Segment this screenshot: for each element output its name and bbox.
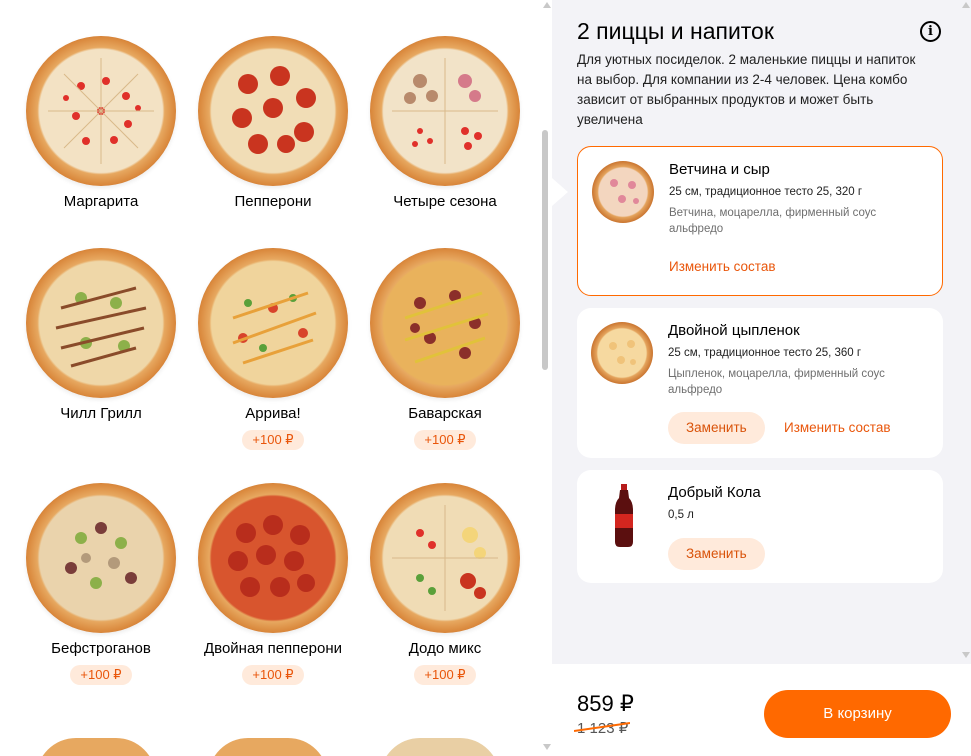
pizza-image [198,483,348,633]
pizza-name: Маргарита [63,193,139,210]
scrollbar-thumb[interactable] [542,130,548,370]
replace-button[interactable]: Заменить [668,412,765,444]
combo-footer: 859 ₽ 1 123 ₽ В корзину [552,664,971,756]
combo-slot-1[interactable]: Ветчина и сыр 25 см, традиционное тесто … [577,146,943,296]
pizza-image [26,36,176,186]
pizza-name: Бефстроганов [51,640,151,657]
slot-subtitle: 25 см, традиционное тесто 25, 360 г [668,347,862,359]
pizza-image-partial [380,738,500,756]
pizza-name: Аррива! [245,405,301,422]
pizza-image [370,36,520,186]
pizza-image [26,248,176,398]
surcharge-badge: +100 ₽ [414,430,476,450]
pizza-image [198,36,348,186]
pizza-card-four-seasons[interactable]: Четыре сезона [365,36,525,212]
slot-title: Добрый Кола [668,484,761,501]
scroll-up-arrow[interactable] [543,2,551,8]
slot-pizza-image [592,161,654,223]
slot-pizza-image [591,322,653,384]
info-icon[interactable]: i [920,21,941,42]
pizza-card-dodo-mix[interactable]: Додо микс +100 ₽ [365,483,525,685]
pizza-name: Чилл Грилл [60,405,142,422]
pizza-image [198,248,348,398]
pizza-card-arriva[interactable]: Аррива! +100 ₽ [193,248,353,450]
slot-subtitle: 25 см, традиционное тесто 25, 320 г [669,186,863,198]
strikethrough-line [574,722,630,732]
slot-ingredients: Ветчина, моцарелла, фирменный соус альфр… [669,207,877,235]
pizza-card-beef-stroganoff[interactable]: Бефстроганов +100 ₽ [21,483,181,685]
slot-title: Ветчина и сыр [669,161,770,178]
pizza-card-double-pepperoni[interactable]: Двойная пепперони +100 ₽ [193,483,353,685]
scroll-down-arrow[interactable] [962,652,970,658]
pizza-card-pepperoni[interactable]: Пепперони [193,36,353,212]
pizza-name: Двойная пепперони [204,640,342,657]
surcharge-badge: +100 ₽ [242,430,304,450]
combo-slot-3[interactable]: Добрый Кола 0,5 л Заменить [577,470,943,583]
pizza-name: Пепперони [234,193,312,210]
selection-pointer [552,178,568,206]
surcharge-badge: +100 ₽ [70,665,132,685]
pizza-image [370,248,520,398]
pizza-name: Четыре сезона [393,193,497,210]
pizza-image [370,483,520,633]
pizza-name: Баварская [408,405,482,422]
combo-slot-2[interactable]: Двойной цыпленок 25 см, традиционное тес… [577,308,943,458]
surcharge-badge: +100 ₽ [242,665,304,685]
scroll-up-arrow[interactable] [962,2,970,8]
add-to-cart-button[interactable]: В корзину [764,690,951,738]
edit-ingredients-button[interactable]: Изменить состав [669,259,776,274]
scroll-down-arrow[interactable] [543,744,551,750]
combo-description: Для уютных посиделок. 2 маленькие пиццы … [577,52,916,127]
slot-title: Двойной цыпленок [668,322,800,339]
combo-title: 2 пиццы и напиток [577,18,774,44]
edit-ingredients-button[interactable]: Изменить состав [784,420,891,435]
slot-subtitle: 0,5 л [668,509,694,521]
pizza-grid: Маргарита Пепперони Четыре сезона Чилл Г… [0,0,552,756]
slot-ingredients: Цыпленок, моцарелла, фирменный соус альф… [668,368,885,396]
pizza-image-partial [208,738,328,756]
combo-price: 859 ₽ [577,691,634,716]
pizza-card-bavarian[interactable]: Баварская +100 ₽ [365,248,525,450]
surcharge-badge: +100 ₽ [414,665,476,685]
combo-panel: 2 пиццы и напиток i Для уютных посиделок… [552,0,971,756]
cola-bottle-icon [613,484,635,548]
pizza-image-partial [36,738,156,756]
pizza-card-margarita[interactable]: Маргарита [21,36,181,212]
pizza-image [26,483,176,633]
replace-button[interactable]: Заменить [668,538,765,570]
pizza-card-chill-grill[interactable]: Чилл Грилл [21,248,181,424]
pizza-name: Додо микс [408,640,482,657]
